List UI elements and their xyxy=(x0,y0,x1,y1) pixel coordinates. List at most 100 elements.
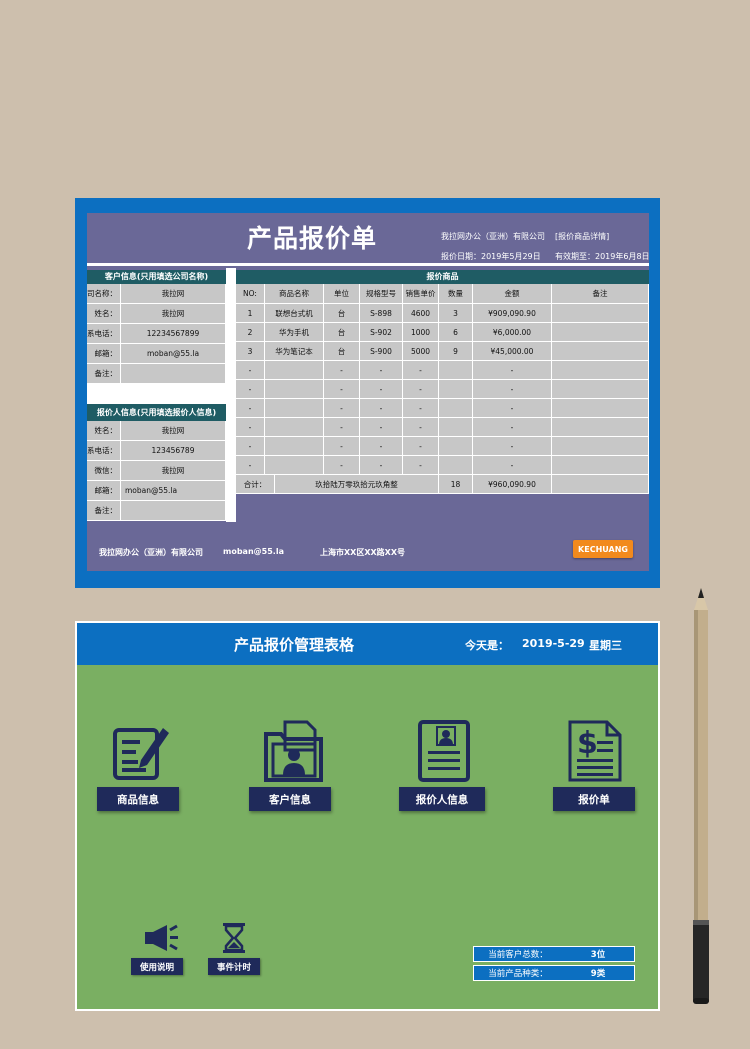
column-header: 销售单价 xyxy=(403,284,439,304)
customer-field-value xyxy=(121,364,226,384)
dashboard-title: 产品报价管理表格 xyxy=(234,636,355,654)
table-row-cell: - xyxy=(473,437,552,456)
product-type-stat: 当前产品种类： 9类 xyxy=(473,965,635,981)
hourglass-icon[interactable] xyxy=(220,922,248,954)
table-row-cell: ¥6,000.00 xyxy=(473,323,552,342)
svg-text:$: $ xyxy=(577,726,598,761)
table-row-cell: - xyxy=(473,380,552,399)
table-row-cell: 台 xyxy=(324,304,360,323)
table-row-cell: 9 xyxy=(439,342,473,361)
table-row-cell: - xyxy=(324,399,360,418)
event-timer-button[interactable]: 事件计时 xyxy=(208,958,260,975)
quoter-field-label: 联系电话： xyxy=(87,441,121,461)
column-header: NO: xyxy=(236,284,265,304)
quoter-field-value: 我拉网 xyxy=(121,421,226,441)
table-row-cell: - xyxy=(236,361,265,380)
table-row-cell: - xyxy=(236,437,265,456)
table-row-cell: - xyxy=(236,399,265,418)
column-header: 单位 xyxy=(324,284,360,304)
instructions-button[interactable]: 使用说明 xyxy=(131,958,183,975)
company-name: 我拉网办公（亚洲）有限公司 xyxy=(441,232,545,241)
quote-sheet: 产品报价单 我拉网办公（亚洲）有限公司 [报价商品详情] 报价日期：2019年5… xyxy=(87,213,650,571)
table-row-cell: ¥45,000.00 xyxy=(473,342,552,361)
dollar-document-icon[interactable]: $ xyxy=(567,719,623,783)
table-row-cell: ¥909,090.90 xyxy=(473,304,552,323)
quoter-info-button[interactable]: 报价人信息 xyxy=(399,787,485,811)
table-row-cell: - xyxy=(403,380,439,399)
table-row-cell xyxy=(439,361,473,380)
quoter-field-label: 微信： xyxy=(87,461,121,481)
table-row-cell: - xyxy=(324,380,360,399)
table-row-cell xyxy=(439,437,473,456)
goods-section-header: 报价商品 xyxy=(236,270,649,284)
stat-value: 9类 xyxy=(590,969,606,979)
stat-label: 当前产品种类： xyxy=(488,969,548,979)
table-row-cell: 5000 xyxy=(403,342,439,361)
table-row-cell xyxy=(552,304,649,323)
table-row-cell: - xyxy=(324,361,360,380)
quoter-document-icon[interactable] xyxy=(417,719,473,783)
product-form-icon[interactable] xyxy=(111,720,171,782)
table-row-cell: - xyxy=(403,361,439,380)
table-row-cell xyxy=(265,380,324,399)
dashboard-card: 产品报价管理表格 今天是： 2019-5-29 星期三 商品信息 客户信息 报价… xyxy=(75,621,660,1011)
quoter-field-value: 123456789 xyxy=(121,441,226,461)
customer-info-button[interactable]: 客户信息 xyxy=(249,787,331,811)
detail-link[interactable]: [报价商品详情] xyxy=(555,231,609,242)
customer-field-label: 邮箱： xyxy=(87,344,121,364)
customer-field-value: 我拉网 xyxy=(121,304,226,324)
quoter-field-value: moban@55.la xyxy=(121,481,226,501)
customer-field-label: 公司名称： xyxy=(87,284,121,304)
table-row-cell: S-900 xyxy=(360,342,403,361)
table-row-cell: 3 xyxy=(439,304,473,323)
table-row-cell: 华为手机 xyxy=(265,323,324,342)
customer-field-value: 我拉网 xyxy=(121,284,226,304)
table-row-cell: - xyxy=(236,380,265,399)
table-row-cell xyxy=(552,456,649,475)
table-row-cell: - xyxy=(360,456,403,475)
table-row-cell xyxy=(552,361,649,380)
total-words: 玖拾陆万零玖拾元玖角整 xyxy=(275,475,439,494)
kechuang-button[interactable]: KECHUANG xyxy=(573,540,633,558)
table-row-cell: - xyxy=(473,418,552,437)
table-row-cell xyxy=(552,399,649,418)
today-label: 今天是： xyxy=(465,639,509,652)
valid-until: 有效期至：2019年6月8日 xyxy=(555,252,650,261)
stat-value: 3位 xyxy=(590,950,606,960)
table-row-cell: - xyxy=(403,418,439,437)
footer-address: 上海市XX区XX路XX号 xyxy=(320,548,406,557)
table-row-cell: 3 xyxy=(236,342,265,361)
table-row-cell: 4600 xyxy=(403,304,439,323)
table-row-cell xyxy=(439,380,473,399)
table-row-cell: 联想台式机 xyxy=(265,304,324,323)
column-header: 商品名称 xyxy=(265,284,324,304)
megaphone-icon[interactable] xyxy=(143,923,181,953)
customer-field-value: moban@55.la xyxy=(121,344,226,364)
stat-label: 当前客户总数： xyxy=(488,950,548,960)
quoter-field-value: 我拉网 xyxy=(121,461,226,481)
table-row-cell: - xyxy=(403,437,439,456)
quoter-field-label: 邮箱： xyxy=(87,481,121,501)
header-divider xyxy=(87,263,649,266)
table-row-cell: - xyxy=(403,399,439,418)
total-label: 合计： xyxy=(236,475,275,494)
column-header: 规格型号 xyxy=(360,284,403,304)
table-row-cell xyxy=(439,399,473,418)
product-info-button[interactable]: 商品信息 xyxy=(97,787,179,811)
quote-sheet-button[interactable]: 报价单 xyxy=(553,787,635,811)
customer-count-stat: 当前客户总数： 3位 xyxy=(473,946,635,962)
table-row-cell xyxy=(552,342,649,361)
table-row-cell: - xyxy=(473,361,552,380)
total-amount: ¥960,090.90 xyxy=(473,475,552,494)
page: { "quote": { "title": "产品报价单", "company"… xyxy=(0,0,750,1049)
table-row-cell xyxy=(265,399,324,418)
today-date: 2019-5-29 xyxy=(522,637,585,650)
table-row-cell xyxy=(265,361,324,380)
quoter-section-header: 报价人信息(只用填选报价人信息) xyxy=(87,404,226,421)
customer-folder-icon[interactable] xyxy=(263,720,325,782)
quoter-field-value xyxy=(121,501,226,521)
table-row-cell xyxy=(265,456,324,475)
table-row-cell: 6 xyxy=(439,323,473,342)
table-row-cell: - xyxy=(360,361,403,380)
customer-field-value: 12234567899 xyxy=(121,324,226,344)
